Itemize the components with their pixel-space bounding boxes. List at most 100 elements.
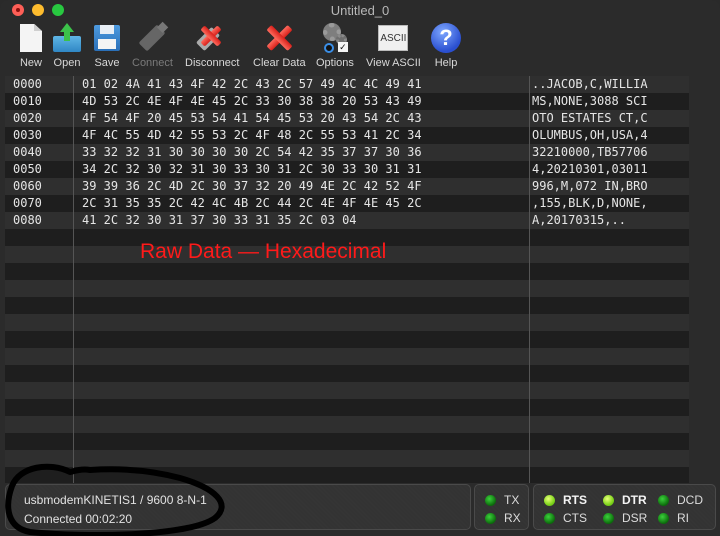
- rts-led-icon: [544, 494, 555, 506]
- help-label: Help: [434, 57, 458, 69]
- ascii-text-cell: OTO ESTATES CT,C: [532, 111, 648, 125]
- open-label: Open: [53, 57, 81, 69]
- hex-bytes-cell: 39 39 36 2C 4D 2C 30 37 32 20 49 4E 2C 4…: [82, 179, 422, 193]
- open-button[interactable]: Open: [50, 22, 84, 69]
- save-button[interactable]: Save: [90, 22, 124, 69]
- hex-bytes-cell: 41 2C 32 30 31 37 30 33 31 35 2C 03 04: [82, 213, 357, 227]
- dtr-indicator: DTR: [603, 493, 647, 507]
- dtr-led-icon: [603, 494, 614, 506]
- cts-indicator: CTS: [544, 511, 587, 525]
- dsr-indicator: DSR: [603, 511, 647, 525]
- cts-label: CTS: [563, 511, 587, 525]
- table-row: [5, 467, 711, 483]
- cts-led-icon: [544, 512, 555, 524]
- address-cell: 0080: [13, 213, 42, 227]
- table-row: 0040 33 32 32 31 30 30 30 30 2C 54 42 35 …: [5, 144, 711, 161]
- address-cell: 0040: [13, 145, 42, 159]
- ascii-text-cell: 4,20210301,03011: [532, 162, 648, 176]
- ascii-text-cell: OLUMBUS,OH,USA,4: [532, 128, 648, 142]
- help-button[interactable]: ? Help: [429, 22, 463, 69]
- disconnect-button[interactable]: Disconnect: [185, 22, 239, 69]
- dsr-led-icon: [603, 512, 614, 524]
- tx-indicator: TX: [485, 493, 519, 507]
- app-window: Untitled_0 New Open Save Connect Disconn…: [0, 0, 720, 536]
- hex-bytes-cell: 33 32 32 31 30 30 30 30 2C 54 42 35 37 3…: [82, 145, 422, 159]
- table-row: [5, 433, 711, 450]
- table-row: [5, 450, 711, 467]
- hex-bytes-cell: 4F 54 4F 20 45 53 54 41 54 45 53 20 43 5…: [82, 111, 422, 125]
- dsr-label: DSR: [622, 511, 648, 525]
- ascii-column-divider: [529, 76, 530, 483]
- hex-bytes-cell: 2C 31 35 35 2C 42 4C 4B 2C 44 2C 4E 4F 4…: [82, 196, 422, 210]
- usb-plug-icon: [139, 24, 166, 52]
- options-label: Options: [316, 57, 354, 69]
- usb-plug-x-icon: [195, 22, 229, 54]
- address-cell: 0050: [13, 162, 42, 176]
- tx-led-icon: [485, 494, 496, 506]
- table-row: [5, 263, 711, 280]
- address-cell: 0000: [13, 77, 42, 91]
- table-row: [5, 331, 711, 348]
- table-row: 0080 41 2C 32 30 31 37 30 33 31 35 2C 03 …: [5, 212, 711, 229]
- tx-label: TX: [504, 493, 520, 507]
- ascii-text-cell: A,20170315,..: [532, 213, 626, 227]
- address-cell: 0070: [13, 196, 42, 210]
- disconnect-label: Disconnect: [185, 57, 240, 69]
- table-row: [5, 297, 711, 314]
- table-row: 0060 39 39 36 2C 4D 2C 30 37 32 20 49 4E …: [5, 178, 711, 195]
- clear-data-button[interactable]: Clear Data: [253, 22, 306, 69]
- port-settings-text: usbmodemKINETIS1 / 9600 8-N-1: [24, 493, 207, 507]
- view-ascii-button[interactable]: ASCII View ASCII: [366, 22, 421, 69]
- title-bar: Untitled_0: [0, 0, 720, 20]
- gears-icon: ✓: [318, 22, 352, 54]
- connect-label: Connect: [132, 57, 173, 69]
- ri-label: RI: [677, 511, 689, 525]
- rx-indicator: RX: [485, 511, 521, 525]
- table-row: [5, 314, 711, 331]
- address-cell: 0010: [13, 94, 42, 108]
- connect-button[interactable]: Connect: [132, 22, 173, 69]
- toolbar: New Open Save Connect Disconnect Clear D…: [0, 20, 720, 76]
- dcd-label: DCD: [677, 493, 703, 507]
- save-label: Save: [94, 57, 120, 69]
- hex-bytes-cell: 4D 53 2C 4E 4F 4E 45 2C 33 30 38 38 20 5…: [82, 94, 422, 108]
- hex-bytes-cell: 01 02 4A 41 43 4F 42 2C 43 2C 57 49 4C 4…: [82, 77, 422, 91]
- ascii-icon: ASCII: [378, 25, 409, 51]
- ascii-text-cell: 32210000,TB57706: [532, 145, 648, 159]
- red-x-icon: [265, 24, 293, 52]
- connection-info-panel: usbmodemKINETIS1 / 9600 8-N-1 Connected …: [5, 484, 471, 530]
- address-cell: 0030: [13, 128, 42, 142]
- table-row: 0000 01 02 4A 41 43 4F 42 2C 43 2C 57 49 …: [5, 76, 711, 93]
- open-folder-icon: [50, 22, 84, 54]
- ascii-text-cell: ..JACOB,C,WILLIA: [532, 77, 648, 91]
- raw-data-annotation-label: Raw Data — Hexadecimal: [140, 240, 387, 263]
- vertical-scrollbar[interactable]: [689, 76, 711, 483]
- address-cell: 0020: [13, 111, 42, 125]
- clear-data-label: Clear Data: [253, 57, 306, 69]
- ascii-text-cell: 996,M,072 IN,BRO: [532, 179, 648, 193]
- options-button[interactable]: ✓ Options: [316, 22, 354, 69]
- floppy-disk-icon: [94, 25, 120, 51]
- rts-label: RTS: [563, 493, 587, 507]
- view-ascii-label: View ASCII: [366, 57, 421, 69]
- address-column-divider: [73, 76, 74, 483]
- rx-led-icon: [485, 512, 496, 524]
- hex-data-view[interactable]: 0000 01 02 4A 41 43 4F 42 2C 43 2C 57 49 …: [5, 76, 711, 483]
- table-row: [5, 416, 711, 433]
- new-button[interactable]: New: [14, 22, 48, 69]
- table-row: [5, 348, 711, 365]
- table-row: [5, 280, 711, 297]
- new-label: New: [19, 57, 42, 69]
- hex-bytes-cell: 34 2C 32 30 32 31 30 33 30 31 2C 30 33 3…: [82, 162, 422, 176]
- ri-led-icon: [658, 512, 669, 524]
- table-row: 0010 4D 53 2C 4E 4F 4E 45 2C 33 30 38 38 …: [5, 93, 711, 110]
- table-row: [5, 399, 711, 416]
- table-row: 0020 4F 54 4F 20 45 53 54 41 54 45 53 20 …: [5, 110, 711, 127]
- hex-bytes-cell: 4F 4C 55 4D 42 55 53 2C 4F 48 2C 55 53 4…: [82, 128, 422, 142]
- rts-indicator: RTS: [544, 493, 587, 507]
- window-title: Untitled_0: [330, 3, 390, 18]
- table-row: 0070 2C 31 35 35 2C 42 4C 4B 2C 44 2C 4E …: [5, 195, 711, 212]
- dcd-led-icon: [658, 494, 669, 506]
- new-document-icon: [20, 24, 42, 52]
- connection-status-text: Connected 00:02:20: [24, 512, 133, 526]
